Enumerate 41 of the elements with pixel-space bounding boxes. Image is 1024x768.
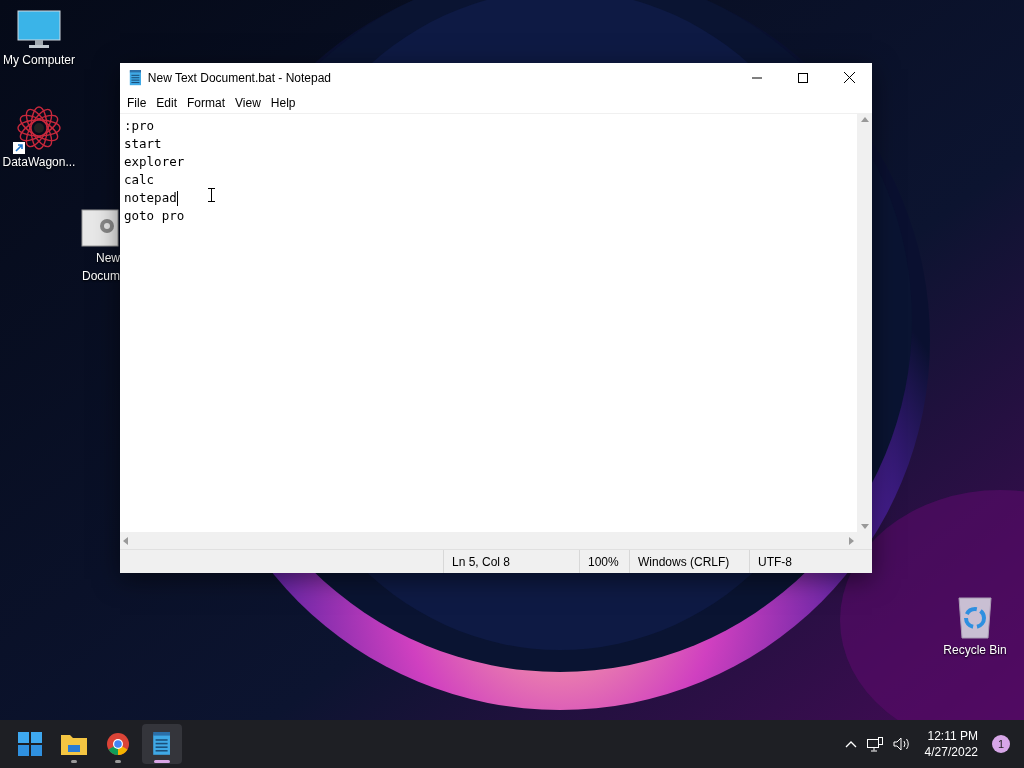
menu-item[interactable]: Help	[265, 95, 301, 110]
code-line: calc	[124, 171, 155, 189]
taskbar-app-button[interactable]	[142, 724, 182, 764]
icon-label: My Computer	[2, 53, 76, 68]
icon-label: Recycle Bin	[942, 643, 1008, 658]
star-emblem-icon	[15, 104, 63, 152]
icon-label: DataWagon...	[1, 155, 77, 170]
recycle-bin-icon	[957, 596, 993, 640]
i-beam-cursor-icon	[208, 188, 215, 202]
speaker-icon[interactable]	[892, 737, 911, 751]
status-text: Windows (CRLF)	[629, 550, 749, 573]
notification-badge[interactable]: 1	[992, 735, 1010, 753]
menu-item[interactable]: Format	[182, 95, 231, 110]
notepad-icon	[152, 732, 172, 756]
status-text: 100%	[579, 550, 629, 573]
folder-icon	[61, 733, 87, 755]
chevron-up-icon[interactable]	[844, 740, 857, 748]
windows-logo-icon	[18, 732, 42, 756]
code-line: start	[124, 135, 162, 153]
menu-item[interactable]: File	[122, 95, 152, 110]
status-text: Ln 5, Col 8	[443, 550, 579, 573]
notepad-icon	[129, 69, 142, 86]
network-icon[interactable]	[866, 736, 883, 752]
clock[interactable]: 12:11 PM 4/27/2022	[920, 728, 982, 760]
menu-item[interactable]: View	[230, 95, 266, 110]
code-line: goto pro	[124, 207, 185, 225]
menu-item[interactable]: Edit	[151, 95, 183, 110]
settings-file-icon	[80, 208, 120, 248]
text-editor[interactable]: :pro start explorer calc notepad goto pro	[120, 114, 857, 532]
icon-label: Docum	[81, 269, 120, 284]
code-line: :pro	[124, 117, 155, 135]
status-text: UTF-8	[749, 550, 856, 573]
code-line: explorer	[124, 153, 185, 171]
maximize-icon	[798, 72, 808, 83]
code-line: notepad	[124, 189, 177, 207]
monitor-icon	[17, 10, 61, 50]
browser-icon	[106, 732, 130, 756]
icon-label: New	[95, 251, 120, 266]
close-icon	[843, 72, 855, 83]
window-title: New Text Document.bat - Notepad	[147, 70, 332, 85]
shortcut-arrow-icon	[13, 142, 25, 154]
